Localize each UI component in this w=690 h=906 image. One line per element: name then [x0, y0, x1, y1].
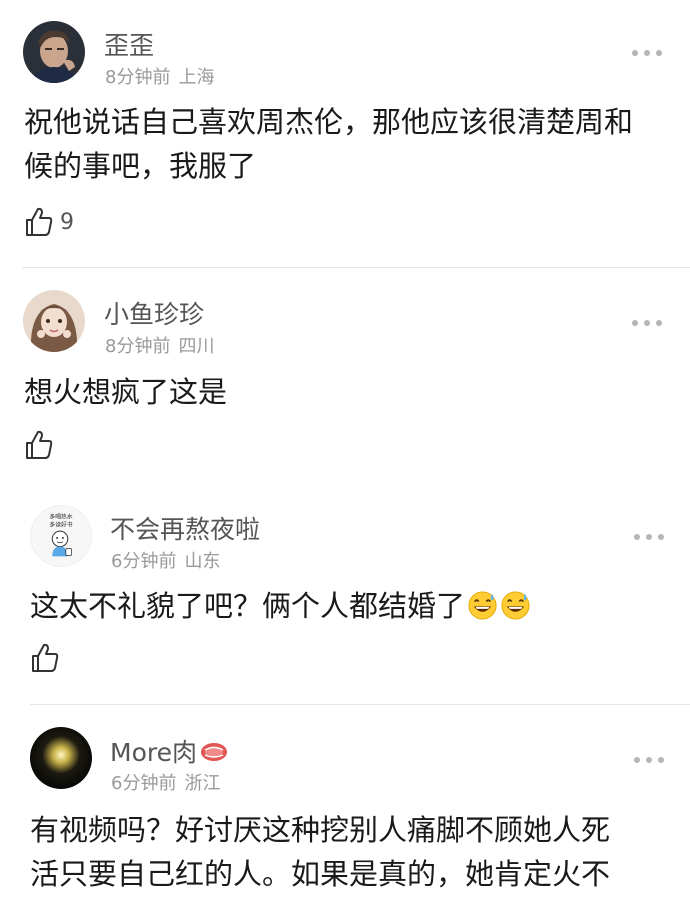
- comment-meta: 8分钟前 四川: [105, 332, 214, 358]
- comment-time: 8分钟前: [105, 67, 171, 88]
- grinning-sweat-emoji-icon: [500, 590, 531, 621]
- avatar[interactable]: 多喝热水 多读好书: [30, 505, 92, 567]
- more-options-icon[interactable]: [632, 755, 666, 765]
- comment-text: 想火想疯了这是: [24, 375, 228, 409]
- username[interactable]: 不会再熬夜啦: [110, 510, 260, 546]
- comment-item-2: 小鱼珍珍 8分钟前 四川 想火想疯了这是: [0, 268, 690, 490]
- comment-meta: 6分钟前 山东: [111, 547, 220, 573]
- comment-item-3: 多喝热水 多读好书 不会再熬夜啦 6分钟前 山东 这太不礼貌了吧？俩个人都结婚了: [0, 490, 690, 704]
- username-text: More肉: [110, 738, 197, 767]
- comment-text-line: 有视频吗？好讨厌这种挖别人痛脚不顾她人死: [30, 813, 611, 847]
- comment-location: 四川: [178, 336, 215, 357]
- username[interactable]: More肉: [110, 733, 229, 769]
- avatar[interactable]: [30, 727, 92, 789]
- thumbs-up-icon: [26, 207, 53, 236]
- comment-location: 上海: [178, 67, 215, 88]
- avatar[interactable]: [23, 290, 85, 352]
- thumbs-up-icon: [26, 430, 53, 459]
- comment-time: 6分钟前: [111, 551, 177, 572]
- like-count: 9: [60, 209, 74, 235]
- girl-portrait-icon: [23, 290, 85, 352]
- comment-location: 山东: [184, 551, 221, 572]
- comment-meta: 8分钟前 上海: [105, 63, 214, 89]
- comment-time: 8分钟前: [105, 336, 171, 357]
- grinning-sweat-emoji-icon: [467, 590, 498, 621]
- avatar-caption: 多读好书: [49, 520, 72, 528]
- comment-text-line: 活只要自己红的人。如果是真的，她肯定火不: [30, 857, 611, 891]
- comment-text: 有视频吗？好讨厌这种挖别人痛脚不顾她人死 活只要自己红的人。如果是真的，她肯定火…: [30, 808, 670, 896]
- avatar[interactable]: [23, 21, 85, 83]
- like-button[interactable]: [30, 642, 60, 674]
- man-portrait-icon: [23, 21, 85, 83]
- comment-location: 浙江: [184, 773, 221, 794]
- cartoon-avatar-icon: 多喝热水 多读好书: [31, 506, 91, 566]
- comment-meta: 6分钟前 浙江: [111, 769, 220, 795]
- comment-text: 这太不礼貌了吧？俩个人都结婚了: [30, 589, 466, 623]
- comment-time: 6分钟前: [111, 773, 177, 794]
- comment-item-4: More肉 6分钟前 浙江 有视频吗？好讨厌这种挖别人痛脚不顾她人死 活只要自己红…: [0, 705, 690, 906]
- avatar-caption: 多喝热水: [49, 513, 72, 521]
- like-button[interactable]: 9: [24, 206, 74, 238]
- comment-text-row: 这太不礼貌了吧？俩个人都结婚了: [30, 584, 670, 628]
- thumbs-up-icon: [32, 643, 59, 672]
- meat-icon: [199, 740, 229, 762]
- username[interactable]: 歪歪: [104, 26, 154, 62]
- like-button[interactable]: [24, 429, 54, 461]
- comment-item-1: 歪歪 8分钟前 上海 祝他说话自己喜欢周杰伦，那他应该很清楚周和候的事吧，我服了 …: [0, 0, 690, 268]
- night-light-icon: [30, 727, 92, 789]
- comment-text: 祝他说话自己喜欢周杰伦，那他应该很清楚周和候的事吧，我服了: [24, 105, 634, 183]
- more-options-icon[interactable]: [630, 318, 664, 328]
- more-options-icon[interactable]: [632, 532, 666, 542]
- more-options-icon[interactable]: [630, 48, 664, 58]
- username[interactable]: 小鱼珍珍: [104, 295, 204, 331]
